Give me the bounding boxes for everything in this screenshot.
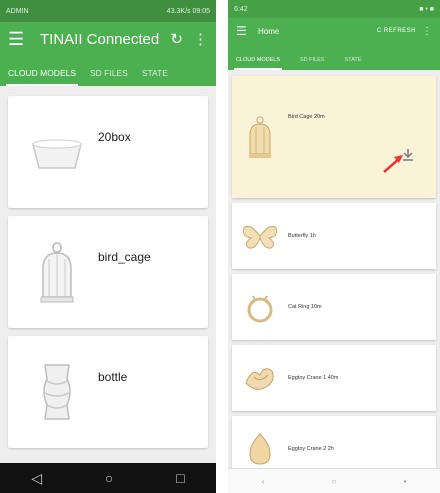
home-nav-icon[interactable]: ○ — [105, 470, 113, 486]
status-left-text: 6:42 — [234, 5, 248, 13]
tab-state[interactable]: STATE — [140, 68, 170, 86]
tab-sd-files[interactable]: SD FILES — [298, 57, 326, 70]
model-name: Eggtoy Crane 2 2h — [288, 446, 334, 452]
tab-sd-files[interactable]: SD FILES — [88, 68, 130, 86]
home-nav-icon[interactable]: ○ — [332, 477, 337, 486]
tab-bar: CLOUD MODELS SD FILES STATE — [228, 44, 440, 70]
model-name: Eggtoy Crane 1 40m — [288, 375, 339, 381]
model-name: 20box — [98, 130, 131, 144]
status-right-text: ■ • ■ — [419, 5, 434, 13]
left-phone-screen: ADMIN 43.3K/s 09:05 ☰ TINAII Connected ↻… — [0, 0, 216, 493]
recents-nav-icon[interactable]: • — [404, 477, 407, 486]
status-right-text: 43.3K/s 09:05 — [166, 7, 210, 15]
model-name: bottle — [98, 370, 128, 384]
model-card[interactable]: bottle — [8, 336, 208, 448]
model-name: bird_cage — [98, 250, 151, 264]
tab-cloud-models[interactable]: CLOUD MODELS — [6, 68, 79, 86]
model-name: Cat Ring 10m — [288, 304, 322, 310]
cat-ring-model-icon — [240, 285, 280, 329]
egg-model-icon — [240, 427, 280, 471]
bird-cage-model-icon — [22, 237, 92, 307]
model-card[interactable]: Eggtoy Crane 1 40m — [232, 345, 436, 411]
more-vert-icon[interactable]: ⋮ — [422, 26, 432, 37]
tab-bar: CLOUD MODELS SD FILES STATE — [0, 56, 216, 86]
menu-icon[interactable]: ☰ — [236, 24, 250, 38]
app-bar: ☰ Home C REFRESH ⋮ — [228, 18, 440, 44]
back-nav-icon[interactable]: ◁ — [31, 470, 42, 487]
model-name: Bird Cage 20m — [288, 114, 325, 120]
model-name: Butterfly 1h — [288, 233, 316, 239]
status-bar: ADMIN 43.3K/s 09:05 — [0, 0, 216, 22]
back-nav-icon[interactable]: ‹ — [262, 477, 265, 486]
more-vert-icon[interactable]: ⋮ — [193, 30, 208, 48]
butterfly-model-icon — [240, 214, 280, 258]
system-nav-bar: ‹ ○ • — [228, 468, 440, 493]
crane-model-icon — [240, 356, 280, 400]
download-icon[interactable] — [378, 144, 418, 174]
model-list: 20box bird_cage bottle — [0, 86, 216, 448]
app-title: Home — [258, 26, 280, 36]
model-card[interactable]: 20box — [8, 96, 208, 208]
status-left-text: ADMIN — [6, 7, 29, 15]
right-phone-screen: 6:42 ■ • ■ ☰ Home C REFRESH ⋮ CLOUD MODE… — [228, 0, 440, 493]
model-list: Bird Cage 20m Butterfly 1h Cat Ring 10m … — [228, 70, 440, 482]
refresh-button[interactable]: C REFRESH — [377, 28, 416, 34]
tab-state[interactable]: STATE — [342, 57, 363, 70]
system-nav-bar: ◁ ○ □ — [0, 463, 216, 493]
tab-cloud-models[interactable]: CLOUD MODELS — [234, 57, 283, 70]
model-card[interactable]: bird_cage — [8, 216, 208, 328]
bird-cage-model-icon — [240, 115, 280, 159]
bottle-model-icon — [22, 357, 92, 427]
app-title: TINAII Connected — [40, 30, 160, 48]
model-card[interactable]: Cat Ring 10m — [232, 274, 436, 340]
app-bar: ☰ TINAII Connected ↻ ⋮ — [0, 22, 216, 56]
model-card-selected[interactable]: Bird Cage 20m — [232, 76, 436, 198]
box-model-icon — [22, 117, 92, 187]
status-bar: 6:42 ■ • ■ — [228, 0, 440, 18]
refresh-icon[interactable]: ↻ — [170, 30, 183, 48]
menu-icon[interactable]: ☰ — [8, 29, 30, 50]
recents-nav-icon[interactable]: □ — [176, 470, 184, 486]
model-card[interactable]: Butterfly 1h — [232, 203, 436, 269]
